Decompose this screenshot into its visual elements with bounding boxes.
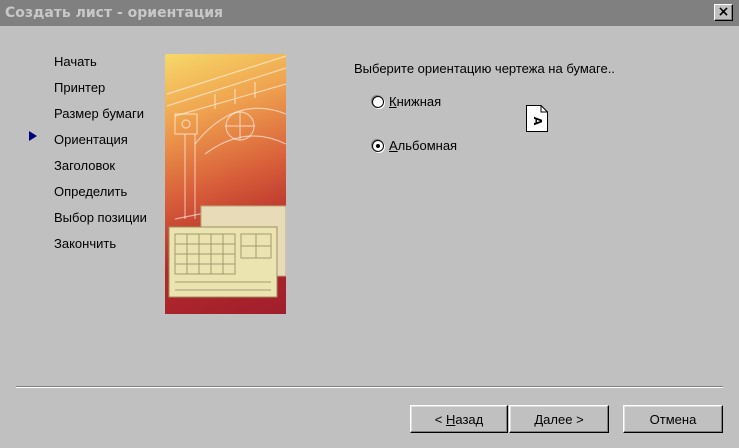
orientation-prompt: Выберите ориентацию чертежа на бумаге.. [354,61,615,76]
back-button[interactable]: < Назад [410,405,508,433]
wizard-banner-image [165,54,286,314]
step-start: Начать [54,54,97,69]
button-separator [16,386,723,388]
step-position: Выбор позиции [54,210,147,225]
step-title-block: Заголовок [54,158,116,173]
landscape-label: Альбомная [389,138,458,153]
step-orientation: Ориентация [54,132,128,147]
close-icon: × [717,4,730,20]
step-define: Определить [54,184,128,199]
next-button[interactable]: Далее > [509,405,609,433]
plotter-illustration [166,55,286,298]
portrait-option[interactable]: Книжная [372,94,441,109]
close-button[interactable]: × [714,4,733,21]
step-printer: Принтер [54,80,106,95]
preview-glyph: A [531,117,544,126]
title-bar: Создать лист - ориентация × [0,0,739,26]
step-finish: Закончить [54,236,117,251]
cancel-button[interactable]: Отмена [623,405,723,433]
landscape-option[interactable]: Альбомная [372,138,457,153]
current-step-arrow-icon [29,131,37,141]
portrait-radio[interactable] [372,95,384,108]
step-paper-size: Размер бумаги [54,106,144,121]
landscape-radio[interactable] [372,139,384,152]
window-title: Создать лист - ориентация [5,5,224,21]
portrait-label: Книжная [389,94,442,109]
orientation-preview-icon: A [526,105,548,132]
wizard-steps: Начать Принтер Размер бумаги Ориентация … [54,54,147,262]
